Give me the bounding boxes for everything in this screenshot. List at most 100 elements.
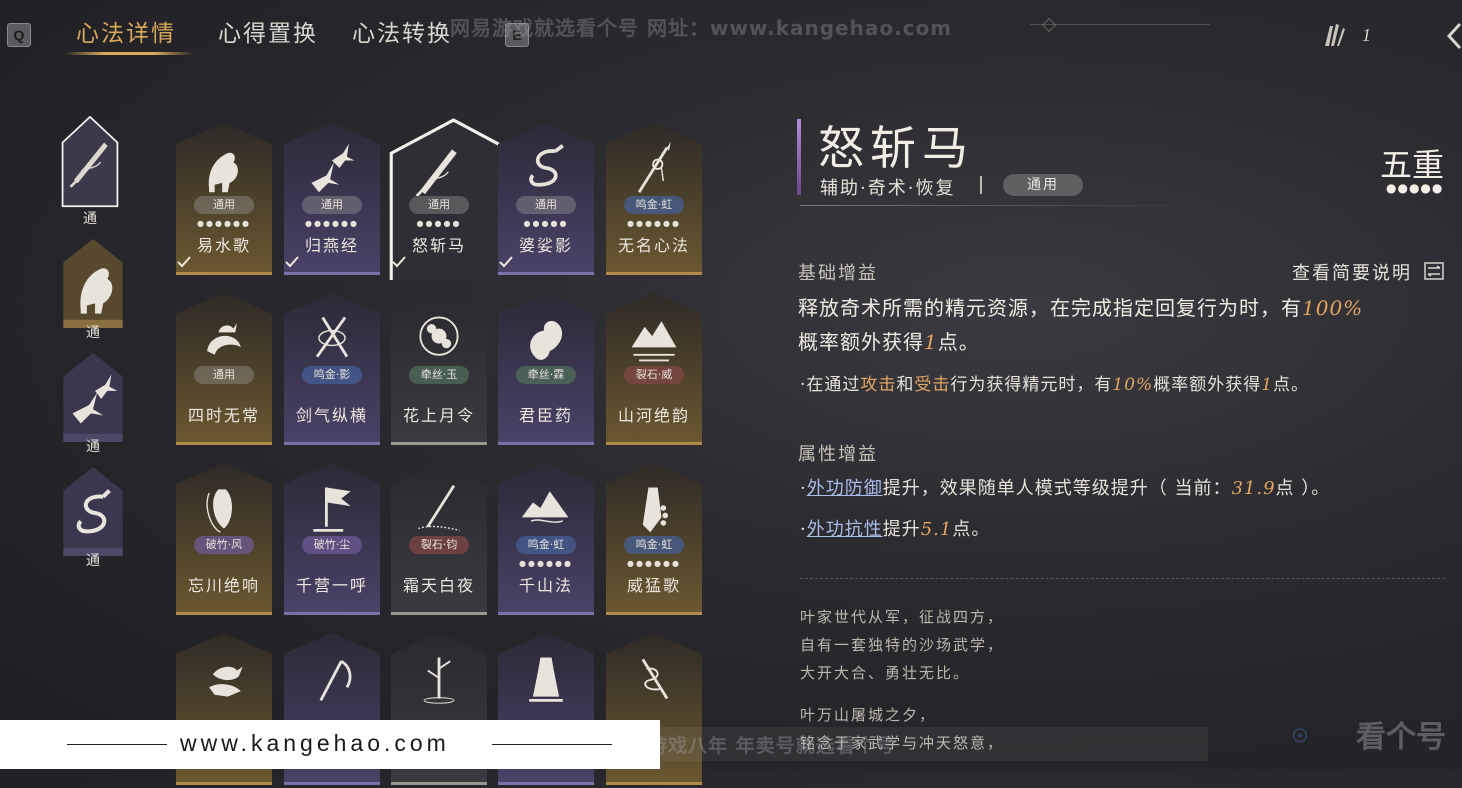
sword-icon [415,149,457,196]
category-label: 通 [86,553,100,569]
card-badge: 通用 [516,196,576,214]
card-badge: 牵丝·玉 [409,366,469,384]
mental-method-card[interactable]: 通用 ●●●●● 怒斩马 [389,118,502,280]
card-rank-dots: ●●●●●● [197,219,251,228]
statue-icon [529,657,563,702]
card-rank-dots: ●●●●● [416,219,462,228]
card-rank-dots: ●●●●●● [627,559,681,568]
category-label: 通 [86,439,100,455]
tab-detail[interactable]: 心法详情 [76,14,176,48]
mental-method-card[interactable]: 牵丝·霖 君臣药 [497,292,595,445]
card-badge: 通用 [409,196,469,214]
tab-exchange[interactable]: 心得置换 [218,14,318,48]
url-rule-right [492,744,612,745]
category-swallows[interactable]: 通 [62,352,124,455]
card-name: 霜天白夜 [402,576,475,595]
card-name: 山河绝韵 [617,406,690,425]
feather-count: 1 [1362,25,1371,45]
card-name: 无名心法 [617,236,690,255]
view-summary-link[interactable]: 查看简要说明 [1292,259,1412,285]
mental-method-card[interactable]: 破竹·风忘川绝响 [175,462,273,615]
mental-method-card[interactable]: 鸣金·虹 ●●●●●● 千山法 [497,462,595,615]
card-badge: 通用 [194,366,254,384]
tier-dots: ●●●●● [1386,181,1444,195]
card-badge: 通用 [194,196,254,214]
category-label: 通 [83,211,97,227]
tab-convert[interactable]: 心法转换 [352,14,452,48]
mental-method-card[interactable]: 牵丝·玉花上月令 [390,292,488,445]
owned-check-icon [177,256,191,268]
detail-title: 怒斩马 [818,121,974,175]
card-badge: 鸣金·虹 [516,536,576,554]
beads-hand-icon [642,487,668,533]
url-rule-left [67,744,167,745]
card-name: 忘川绝响 [187,576,260,595]
swallows-icon [311,143,355,193]
tag-divider [980,176,982,194]
mental-method-card[interactable]: 鸣金·影 剑气纵横 [283,292,381,445]
footer-url: www.kangehao.com [180,730,450,756]
category-label: 通 [86,325,100,341]
category-horse[interactable]: 通 [62,238,124,341]
pen-icon [418,484,460,532]
base-effect-line-1: 释放奇术所需的精元资源，在完成指定回复行为时，有100% [798,296,1364,320]
mental-method-card[interactable]: 鸣金·虹 ●●●●●● 威猛歌 [605,462,703,615]
attribute-bonus-header: 属性增益 [798,444,878,465]
mental-method-card[interactable]: 通用 ●●●●●● 易水歌 [175,122,273,275]
bottom-url-strip: www.kangehao.com [0,720,660,769]
detail-tags: 辅助·奇术·恢复 [820,178,956,199]
mental-method-card[interactable]: 裂石·钧 霜天白夜 [390,462,488,615]
card-badge: 鸣金·虹 [624,196,684,214]
card-badge: 裂石·威 [624,366,684,384]
card-badge: 鸣金·影 [302,366,362,384]
mental-method-card[interactable]: 破竹·尘 千营一呼 [283,462,381,615]
detail-type-badge: 通用 [1003,174,1083,196]
mental-method-card[interactable]: 通用 四时无常 [175,292,273,445]
horse-icon [208,152,238,193]
tier-label: 五重 [1380,146,1445,184]
card-name: 千营一呼 [295,576,368,595]
bamboo-icon [423,657,455,704]
base-effect-line-2: 概率额外获得1点。 [798,330,980,354]
card-badge: 通用 [302,196,362,214]
owned-check-icon [392,256,406,268]
mental-method-grid: 通用 ●●●●●● 易水歌 通用 ●●●●●● 归燕经 通用 ●●●●● 怒斩马 通用 ●●●●● 婆… [175,118,705,785]
mental-method-card[interactable]: 通用 ●●●●● 婆娑影 [497,122,595,275]
base-effect-percent: 100% [1302,296,1364,320]
caduceus-icon [641,658,669,700]
dragon-icon [529,144,564,187]
card-rank-dots: ●●●●● [523,219,569,228]
card-name: 四时无常 [187,406,260,425]
card-rank-dots: ●●●●●● [305,219,359,228]
card-name: 千山法 [518,576,573,595]
mental-method-card[interactable]: 裂石·威山河绝韵 [605,292,703,445]
lore-line: 自有一套独特的沙场武学， [800,636,1005,654]
scythe-icon [319,660,352,702]
card-rank-dots: ●●●●●● [627,219,681,228]
top-bar: Q 心法详情 心得置换 心法转换 E 网易游戏就选看个号 网址：www.kang… [0,0,1462,58]
base-bonus-header: 基础增益 [798,263,878,284]
peony-icon [419,316,459,356]
decorative-diamond [1041,17,1057,33]
external-resistance-link[interactable]: 外功抗性 [807,519,883,540]
base-effect-count: 1 [924,330,938,354]
brand-logo-icon [1292,728,1308,743]
category-sword[interactable]: 通 [59,115,121,227]
category-dragon[interactable]: 通 [62,466,124,569]
mental-method-card[interactable]: 鸣金·虹 ●●●●●● 无名心法 [605,122,703,275]
chevron-left-icon[interactable] [1446,22,1462,50]
gourd-icon [530,320,563,360]
card-name: 花上月令 [402,406,475,425]
key-q-hint[interactable]: Q [7,23,31,47]
watermark-text: 网易游戏就选看个号 网址：www.kangehao.com [450,16,953,40]
lore-divider [800,578,1445,579]
banner-icon [313,487,351,532]
mental-method-card[interactable]: 通用 ●●●●●● 归燕经 [283,122,381,275]
card-name: 君臣药 [518,406,573,425]
moon-rabbit-icon [207,323,241,355]
toggle-summary-icon[interactable] [1424,262,1444,280]
card-name: 易水歌 [196,236,251,255]
spear-icon [637,141,671,194]
card-badge: 破竹·风 [194,536,254,554]
external-defense-link[interactable]: 外功防御 [807,478,883,499]
